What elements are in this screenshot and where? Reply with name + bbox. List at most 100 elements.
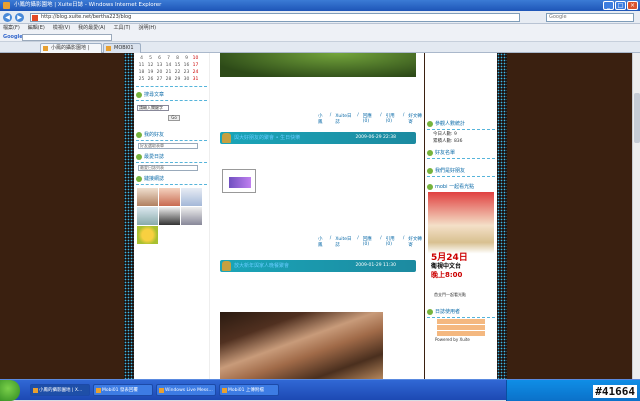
favorites-heading: 最愛日誌 <box>136 153 207 160</box>
taskbar-item-mobi-reply[interactable]: Mobi01 發表回覆 <box>93 384 153 396</box>
start-button[interactable] <box>0 380 20 401</box>
taskbar-item-mobi-upload[interactable]: Mobi01 上傳附檔 <box>219 384 279 396</box>
cal-day[interactable]: 7 <box>164 55 173 62</box>
cal-day[interactable]: 27 <box>155 76 164 83</box>
cal-day[interactable]: 26 <box>146 76 155 83</box>
blog-thumbnail[interactable] <box>159 188 180 206</box>
sep: / <box>380 113 382 118</box>
blog-thumbnail[interactable] <box>159 207 180 225</box>
today-count: 今日人數: 9 <box>433 132 457 137</box>
menu-tools[interactable]: 工具(T) <box>114 24 131 32</box>
cal-day[interactable]: 9 <box>182 55 191 62</box>
tab-page-icon <box>106 46 111 51</box>
cal-day[interactable]: 22 <box>173 69 182 76</box>
tab-blog[interactable]: 小鳳的攝影園地 | Xuit... <box>40 43 102 60</box>
tv-ad-banner[interactable]: 5月24日 衛視中文台 晚上8:00 首支門一起看光點 <box>428 192 494 304</box>
address-url: http://blog.xuite.net/bertha223/blog <box>41 14 132 20</box>
blog-thumbnail[interactable] <box>137 226 158 244</box>
cal-day[interactable]: 5 <box>146 55 155 62</box>
favorites-select[interactable]: 最愛日誌列表 <box>138 165 198 171</box>
menu-help[interactable]: 說明(H) <box>138 24 156 32</box>
cal-day[interactable]: 13 <box>155 62 164 69</box>
search-box[interactable]: Google <box>546 13 634 22</box>
trackback-link[interactable]: 引用(0) <box>386 113 399 125</box>
badge[interactable] <box>437 331 485 336</box>
menu-view[interactable]: 檢視(V) <box>53 24 70 32</box>
menu-edit[interactable]: 編輯(E) <box>28 24 45 32</box>
cal-day[interactable]: 15 <box>173 62 182 69</box>
cal-day[interactable]: 21 <box>164 69 173 76</box>
task-label: Windows Live Mess... <box>165 388 213 393</box>
divider <box>427 129 495 130</box>
reply-link[interactable]: 回應(0) <box>363 236 376 248</box>
author-link[interactable]: 小鳳 <box>318 236 326 248</box>
vertical-scrollbar[interactable] <box>632 53 640 379</box>
cal-day[interactable]: 20 <box>155 69 164 76</box>
cal-day[interactable]: 11 <box>137 62 146 69</box>
heading-text: 搜尋文章 <box>144 92 165 98</box>
reply-link[interactable]: 回應(0) <box>363 113 376 125</box>
badge[interactable] <box>437 319 485 324</box>
cal-day[interactable]: 6 <box>155 55 164 62</box>
cal-day[interactable]: 29 <box>173 76 182 83</box>
forward-link[interactable]: 好文轉寄 <box>408 236 424 248</box>
category-link[interactable]: Xuite日誌 <box>335 113 353 125</box>
tab-page-icon <box>43 46 48 51</box>
blog-thumbnail[interactable] <box>181 207 202 225</box>
cal-day[interactable]: 17 <box>191 62 200 69</box>
close-button[interactable]: × <box>627 1 638 10</box>
total-count: 累積人數: 836 <box>433 139 463 144</box>
address-bar[interactable]: http://blog.xuite.net/bertha223/blog <box>30 13 520 22</box>
keyword-input[interactable]: 請輸入關鍵字 <box>137 105 169 111</box>
go-button[interactable]: Go <box>168 115 180 121</box>
cal-day[interactable]: 25 <box>137 76 146 83</box>
maximize-button[interactable]: □ <box>615 1 626 10</box>
heading-text: 好友名單 <box>435 150 456 156</box>
scroll-thumb[interactable] <box>634 93 640 143</box>
cal-day[interactable]: 30 <box>182 76 191 83</box>
cal-day[interactable]: 23 <box>182 69 191 76</box>
cal-day[interactable]: 31 <box>191 76 200 83</box>
cal-day[interactable]: 24 <box>191 69 200 76</box>
blog-thumbnail[interactable] <box>137 207 158 225</box>
cal-day[interactable]: 19 <box>146 69 155 76</box>
friends-select[interactable]: 好友選取表單 <box>138 143 198 149</box>
bullet-icon <box>427 120 433 127</box>
links-heading: 鏈接網誌 <box>136 175 207 182</box>
google-search-input[interactable] <box>22 34 112 41</box>
cal-day[interactable]: 18 <box>137 69 146 76</box>
trackback-link[interactable]: 引用(0) <box>386 236 399 248</box>
blog-thumbnail[interactable] <box>137 188 158 206</box>
cal-day[interactable]: 8 <box>173 55 182 62</box>
ad-time: 晚上8:00 <box>431 271 463 279</box>
sep: / <box>402 236 405 241</box>
blog-thumbnail[interactable] <box>181 188 202 206</box>
menu-file[interactable]: 檔案(F) <box>3 24 20 32</box>
forward-link[interactable]: 好文轉寄 <box>408 113 424 125</box>
tab-mobi01[interactable]: MOBI01 <box>103 43 141 53</box>
post-thumbnail[interactable] <box>222 169 256 193</box>
cal-day[interactable]: 10 <box>191 55 200 62</box>
minimize-button[interactable]: _ <box>603 1 614 10</box>
post-title[interactable]: 放大新年與家人晚餐聚會 <box>234 260 289 272</box>
cal-day[interactable]: 16 <box>182 62 191 69</box>
taskbar: 小鳳的攝影園地 | X... Mobi01 發表回覆 Windows Live … <box>0 379 640 401</box>
cal-day[interactable]: 28 <box>164 76 173 83</box>
category-link[interactable]: Xuite日誌 <box>335 236 353 248</box>
cal-day[interactable]: 4 <box>137 55 146 62</box>
badge[interactable] <box>437 325 485 330</box>
taskbar-item-messenger[interactable]: Windows Live Mess... <box>156 384 216 396</box>
author-link[interactable]: 小鳳 <box>318 113 326 125</box>
divider <box>136 140 207 141</box>
divider <box>427 176 495 177</box>
cal-day[interactable]: 12 <box>146 62 155 69</box>
menu-favorites[interactable]: 我的最愛(A) <box>78 24 105 32</box>
post-title[interactable]: 與大好朋友的聚會 • 生日快樂 <box>234 132 300 144</box>
divider <box>427 317 495 318</box>
forward-arrow-icon[interactable]: ▶ <box>15 13 24 22</box>
cal-day[interactable]: 14 <box>164 62 173 69</box>
taskbar-item-ie[interactable]: 小鳳的攝影園地 | X... <box>30 384 90 396</box>
back-arrow-icon[interactable]: ◀ <box>3 13 12 22</box>
post-avatar-icon <box>222 133 231 143</box>
tab-bar: 小鳳的攝影園地 | Xuit... MOBI01 <box>0 42 640 60</box>
